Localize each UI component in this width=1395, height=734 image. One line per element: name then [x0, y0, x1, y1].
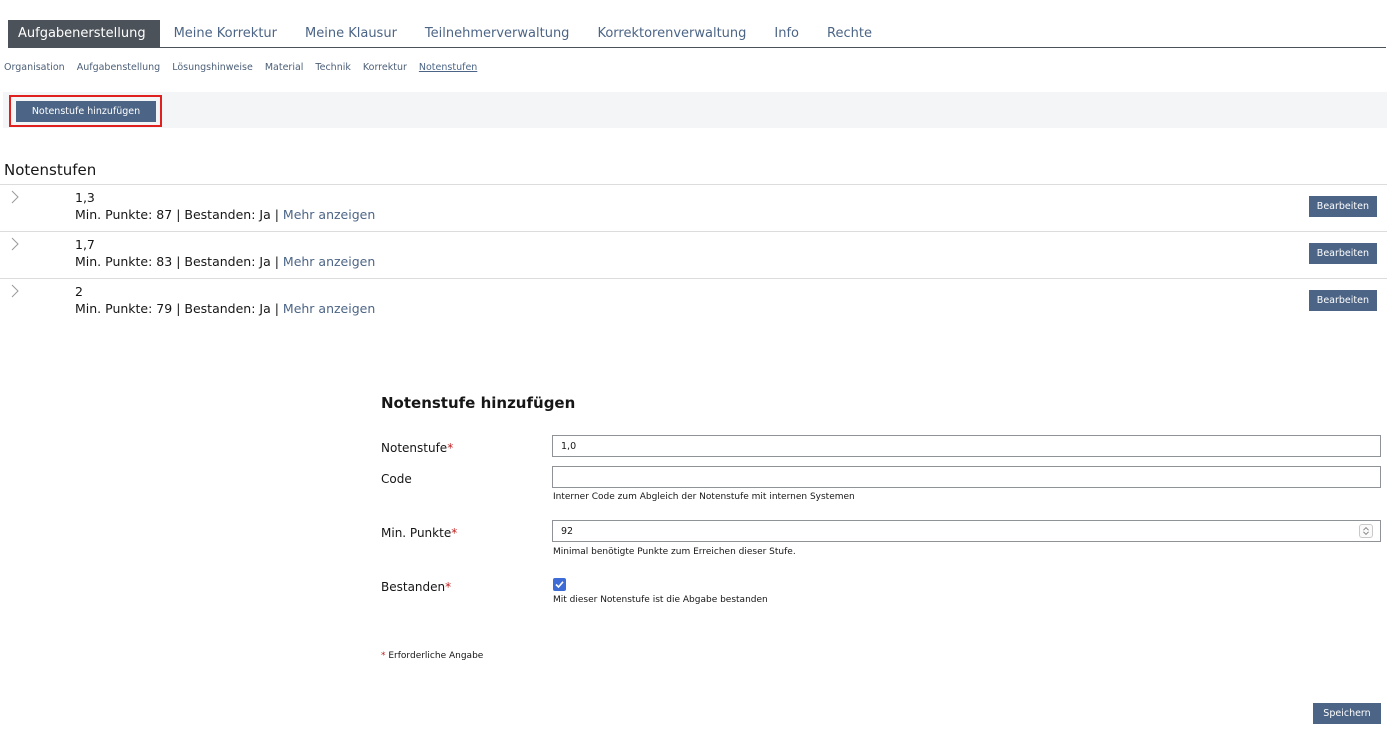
show-more-link[interactable]: Mehr anzeigen — [283, 301, 375, 316]
min-points: Min. Punkte: 87 — [75, 207, 173, 222]
grade-meta: Min. Punkte: 87 | Bestanden: Ja | Mehr a… — [75, 207, 376, 222]
tab-korrektorenverwaltung[interactable]: Korrektorenverwaltung — [583, 20, 760, 47]
passed-label-text: Bestanden — [381, 580, 446, 594]
passed-checkbox[interactable] — [553, 578, 566, 591]
toolbar — [3, 92, 1387, 128]
grade-label: 2 — [75, 284, 83, 299]
grade-label: 1,3 — [75, 190, 95, 205]
chevron-right-icon[interactable] — [8, 283, 22, 299]
subtab-technik[interactable]: Technik — [315, 62, 361, 73]
add-grade-level-button[interactable]: Notenstufe hinzufügen — [16, 101, 156, 122]
subtab-loesungshinweise[interactable]: Lösungshinweise — [172, 62, 264, 73]
grade-input[interactable] — [552, 435, 1381, 457]
list-item: 2 Min. Punkte: 79 | Bestanden: Ja | Mehr… — [0, 278, 1387, 325]
sub-tab-bar: Organisation Aufgabenstellung Lösungshin… — [4, 58, 489, 76]
required-marker: * — [451, 526, 458, 540]
subtab-material[interactable]: Material — [265, 62, 315, 73]
subtab-korrektur[interactable]: Korrektur — [363, 62, 418, 73]
required-marker: * — [447, 441, 454, 455]
subtab-organisation[interactable]: Organisation — [4, 62, 76, 73]
min-points-help-text: Minimal benötigte Punkte zum Erreichen d… — [553, 547, 796, 557]
subtab-notenstufen[interactable]: Notenstufen — [419, 62, 488, 73]
code-field-label: Code — [381, 472, 412, 486]
required-marker: * — [381, 651, 386, 661]
tab-teilnehmerverwaltung[interactable]: Teilnehmerverwaltung — [411, 20, 584, 47]
tab-info[interactable]: Info — [760, 20, 813, 47]
passed-field-label: Bestanden* — [381, 580, 451, 594]
show-more-link[interactable]: Mehr anzeigen — [283, 254, 375, 269]
checkmark-icon — [555, 581, 564, 589]
required-note-text: Erforderliche Angabe — [388, 651, 484, 661]
save-button[interactable]: Speichern — [1313, 703, 1381, 724]
page: Aufgabenerstellung Meine Korrektur Meine… — [0, 0, 1395, 734]
stepper-icon[interactable] — [1359, 524, 1373, 538]
list-item: 1,7 Min. Punkte: 83 | Bestanden: Ja | Me… — [0, 231, 1387, 278]
required-note: * Erforderliche Angabe — [381, 651, 483, 661]
grade-meta: Min. Punkte: 79 | Bestanden: Ja | Mehr a… — [75, 301, 376, 316]
edit-button[interactable]: Bearbeiten — [1308, 243, 1377, 264]
passed-status: Bestanden: Ja — [184, 301, 271, 316]
tab-meine-korrektur[interactable]: Meine Korrektur — [160, 20, 291, 47]
passed-status: Bestanden: Ja — [184, 254, 271, 269]
grade-level-list: 1,3 Min. Punkte: 87 | Bestanden: Ja | Me… — [0, 184, 1387, 325]
main-tab-bar: Aufgabenerstellung Meine Korrektur Meine… — [8, 20, 1386, 48]
tab-meine-klausur[interactable]: Meine Klausur — [291, 20, 411, 47]
edit-button[interactable]: Bearbeiten — [1308, 196, 1377, 217]
tab-aufgabenerstellung[interactable]: Aufgabenerstellung — [8, 20, 160, 47]
grade-label-text: Notenstufe — [381, 441, 448, 455]
passed-help-text: Mit dieser Notenstufe ist die Abgabe bes… — [553, 595, 768, 605]
grade-meta: Min. Punkte: 83 | Bestanden: Ja | Mehr a… — [75, 254, 376, 269]
chevron-right-icon[interactable] — [8, 189, 22, 205]
code-input[interactable] — [552, 466, 1381, 488]
subtab-aufgabenstellung[interactable]: Aufgabenstellung — [77, 62, 171, 73]
min-points: Min. Punkte: 83 — [75, 254, 173, 269]
tab-rechte[interactable]: Rechte — [813, 20, 886, 47]
show-more-link[interactable]: Mehr anzeigen — [283, 207, 375, 222]
form-title: Notenstufe hinzufügen — [381, 394, 576, 412]
passed-status: Bestanden: Ja — [184, 207, 271, 222]
list-item: 1,3 Min. Punkte: 87 | Bestanden: Ja | Me… — [0, 184, 1387, 231]
code-help-text: Interner Code zum Abgleich der Notenstuf… — [553, 492, 855, 502]
section-title: Notenstufen — [4, 161, 97, 179]
edit-button[interactable]: Bearbeiten — [1308, 290, 1377, 311]
grade-field-label: Notenstufe* — [381, 441, 453, 455]
grade-label: 1,7 — [75, 237, 95, 252]
min-points-label-text: Min. Punkte — [381, 526, 452, 540]
min-points-input[interactable] — [552, 520, 1381, 542]
required-marker: * — [445, 580, 452, 594]
chevron-right-icon[interactable] — [8, 236, 22, 252]
min-points: Min. Punkte: 79 — [75, 301, 173, 316]
min-points-field-label: Min. Punkte* — [381, 526, 457, 540]
